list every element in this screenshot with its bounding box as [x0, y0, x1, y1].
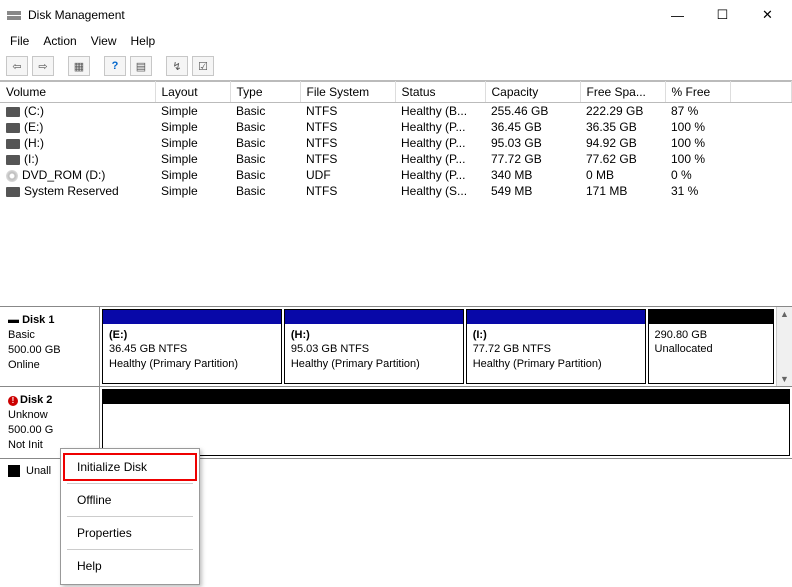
col-volume[interactable]: Volume	[0, 82, 155, 103]
partition[interactable]: (I:)77.72 GB NTFSHealthy (Primary Partit…	[466, 309, 646, 384]
cd-icon	[6, 170, 18, 182]
col-status[interactable]: Status	[395, 82, 485, 103]
volume-row[interactable]: (H:)SimpleBasicNTFSHealthy (P...95.03 GB…	[0, 135, 792, 151]
drive-icon	[6, 155, 20, 165]
menu-action[interactable]: Action	[39, 32, 86, 50]
legend-unallocated: Unall	[26, 465, 51, 477]
unallocated-bar	[103, 390, 789, 404]
menu-file[interactable]: File	[6, 32, 39, 50]
menu-properties[interactable]: Properties	[63, 519, 197, 547]
disk-icon: ▬	[8, 314, 19, 326]
toolbar-list-icon[interactable]: ▤	[130, 56, 152, 76]
toolbar: ⇦ ⇨ ▦ ? ▤ ↯ ☑	[0, 54, 792, 81]
toolbar-action-icon[interactable]: ↯	[166, 56, 188, 76]
titlebar: Disk Management — ☐ ✕	[0, 0, 792, 30]
drive-icon	[6, 123, 20, 133]
drive-icon	[6, 187, 20, 197]
column-header-row: Volume Layout Type File System Status Ca…	[0, 82, 792, 103]
col-type[interactable]: Type	[230, 82, 300, 103]
volume-row[interactable]: (C:)SimpleBasicNTFSHealthy (B...255.46 G…	[0, 103, 792, 120]
warning-icon: !	[8, 396, 18, 406]
volume-row[interactable]: (E:)SimpleBasicNTFSHealthy (P...36.45 GB…	[0, 119, 792, 135]
back-button[interactable]: ⇦	[6, 56, 28, 76]
menu-help[interactable]: Help	[63, 552, 197, 580]
disk1-header[interactable]: ▬ Disk 1 Basic 500.00 GB Online	[0, 307, 100, 386]
drive-icon	[6, 107, 20, 117]
volume-row[interactable]: (I:)SimpleBasicNTFSHealthy (P...77.72 GB…	[0, 151, 792, 167]
volume-row[interactable]: DVD_ROM (D:)SimpleBasicUDFHealthy (P...3…	[0, 167, 792, 183]
menu-view[interactable]: View	[87, 32, 127, 50]
toolbar-view-icon[interactable]: ▦	[68, 56, 90, 76]
menu-offline[interactable]: Offline	[63, 486, 197, 514]
col-pctfree[interactable]: % Free	[665, 82, 730, 103]
menu-initialize-disk[interactable]: Initialize Disk	[63, 453, 197, 481]
forward-button[interactable]: ⇨	[32, 56, 54, 76]
partition[interactable]: (E:)36.45 GB NTFSHealthy (Primary Partit…	[102, 309, 282, 384]
col-capacity[interactable]: Capacity	[485, 82, 580, 103]
legend-swatch-unallocated	[8, 465, 20, 477]
col-layout[interactable]: Layout	[155, 82, 230, 103]
disk2-body[interactable]	[100, 387, 792, 458]
partition[interactable]: 290.80 GBUnallocated	[648, 309, 774, 384]
drive-icon	[6, 139, 20, 149]
disk-row-1: ▬ Disk 1 Basic 500.00 GB Online (E:)36.4…	[0, 307, 792, 387]
help-icon[interactable]: ?	[104, 56, 126, 76]
minimize-button[interactable]: —	[655, 1, 700, 29]
maximize-button[interactable]: ☐	[700, 1, 745, 29]
app-icon	[6, 7, 22, 23]
toolbar-check-icon[interactable]: ☑	[192, 56, 214, 76]
col-filesystem[interactable]: File System	[300, 82, 395, 103]
volume-row[interactable]: System ReservedSimpleBasicNTFSHealthy (S…	[0, 183, 792, 199]
volume-list: Volume Layout Type File System Status Ca…	[0, 81, 792, 306]
menu-help[interactable]: Help	[127, 32, 166, 50]
close-button[interactable]: ✕	[745, 1, 790, 29]
partition[interactable]: (H:)95.03 GB NTFSHealthy (Primary Partit…	[284, 309, 464, 384]
disk-map: ▬ Disk 1 Basic 500.00 GB Online (E:)36.4…	[0, 306, 792, 459]
window-title: Disk Management	[28, 8, 655, 22]
context-menu: Initialize Disk Offline Properties Help	[60, 448, 200, 585]
col-free[interactable]: Free Spa...	[580, 82, 665, 103]
scrollbar[interactable]: ▲▼	[776, 307, 792, 386]
menubar: File Action View Help	[0, 30, 792, 54]
